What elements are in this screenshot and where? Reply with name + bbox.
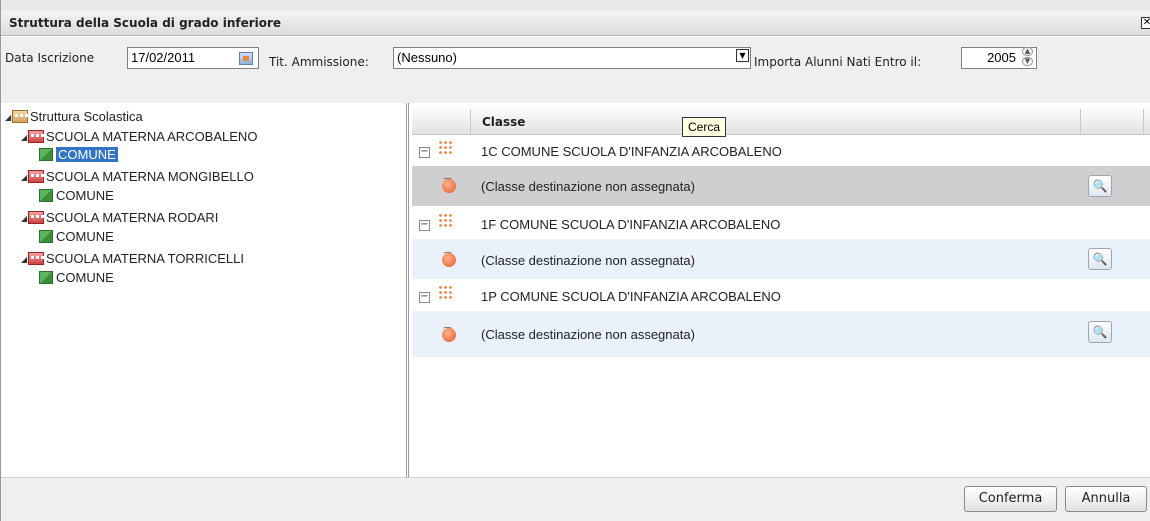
tree-root-label: Struttura Scolastica: [30, 109, 143, 124]
magnifier-icon: 🔍: [1092, 252, 1108, 266]
tooltip-cerca: Cerca: [682, 117, 726, 137]
conferma-button[interactable]: Conferma: [964, 486, 1057, 512]
group-row[interactable]: − 1C COMUNE SCUOLA D'INFANZIA ARCOBALENO: [412, 136, 1150, 166]
school-icon: [28, 170, 44, 183]
dialog-title: Struttura della Scuola di grado inferior…: [9, 16, 282, 30]
class-grid-icon: [438, 140, 452, 154]
search-button[interactable]: 🔍: [1088, 248, 1112, 270]
header-divider: [1143, 109, 1144, 135]
dialog-window: Struttura della Scuola di grado inferior…: [0, 0, 1150, 521]
group-icon: [39, 271, 53, 284]
search-button[interactable]: 🔍: [1088, 321, 1112, 343]
search-button[interactable]: 🔍: [1088, 175, 1112, 197]
sad-face-icon: [442, 328, 456, 342]
header-divider: [1080, 109, 1081, 135]
title-bar: Struttura della Scuola di grado inferior…: [1, 11, 1150, 36]
school-icon: [28, 252, 44, 265]
table-row[interactable]: (Classe destinazione non assegnata) 🔍: [412, 239, 1150, 279]
calendar-icon[interactable]: [239, 52, 253, 65]
row-text: (Classe destinazione non assegnata): [481, 327, 695, 342]
table-row[interactable]: (Classe destinazione non assegnata) 🔍: [412, 166, 1150, 206]
table-row[interactable]: (Classe destinazione non assegnata) 🔍: [412, 311, 1150, 357]
tree-item-comune-rodari[interactable]: COMUNE: [39, 229, 114, 244]
tree-school-rodari[interactable]: ◢ SCUOLA MATERNA RODARI: [21, 210, 218, 225]
tree-item-label: COMUNE: [56, 147, 118, 162]
group-icon: [39, 148, 53, 161]
close-icon[interactable]: ✕: [1141, 17, 1150, 29]
tree-school-arcobaleno[interactable]: ◢ SCUOLA MATERNA ARCOBALENO: [21, 129, 257, 144]
tree-root[interactable]: ◢ Struttura Scolastica: [5, 109, 143, 124]
magnifier-icon: 🔍: [1092, 325, 1108, 339]
row-text: (Classe destinazione non assegnata): [481, 253, 695, 268]
year-spinner[interactable]: ▲ ▼: [1022, 47, 1036, 67]
collapse-arrow-icon[interactable]: ◢: [5, 113, 12, 122]
group-icon: [39, 230, 53, 243]
collapse-arrow-icon[interactable]: ◢: [21, 133, 28, 142]
school-icon: [28, 130, 44, 143]
tree-item-comune-torricelli[interactable]: COMUNE: [39, 270, 114, 285]
chevron-down-icon[interactable]: ▼: [736, 49, 749, 62]
row-text: (Classe destinazione non assegnata): [481, 179, 695, 194]
tree-item-comune-mongibello[interactable]: COMUNE: [39, 188, 114, 203]
collapse-minus-icon[interactable]: −: [419, 292, 430, 303]
grid-panel: Classe − 1C COMUNE SCUOLA D'INFANZIA ARC…: [412, 103, 1150, 477]
sad-face-icon: [442, 179, 456, 193]
school-label: SCUOLA MATERNA TORRICELLI: [46, 251, 244, 266]
tree-school-torricelli[interactable]: ◢ SCUOLA MATERNA TORRICELLI: [21, 251, 244, 266]
group-row[interactable]: − 1F COMUNE SCUOLA D'INFANZIA ARCOBALENO: [412, 209, 1150, 239]
spin-up-icon[interactable]: ▲: [1022, 47, 1033, 56]
tree-item-label: COMUNE: [56, 229, 114, 244]
school-label: SCUOLA MATERNA MONGIBELLO: [46, 169, 254, 184]
tree-panel: ◢ Struttura Scolastica ◢ SCUOLA MATERNA AR…: [1, 103, 409, 477]
tree-item-label: COMUNE: [56, 188, 114, 203]
group-title: 1F COMUNE SCUOLA D'INFANZIA ARCOBALENO: [481, 217, 781, 232]
spin-down-icon[interactable]: ▼: [1022, 57, 1033, 66]
group-title: 1P COMUNE SCUOLA D'INFANZIA ARCOBALENO: [481, 289, 781, 304]
class-grid-icon: [438, 285, 452, 299]
dialog-footer: Conferma Annulla: [1, 477, 1150, 521]
tit-ammissione-label: Tit. Ammissione:: [269, 55, 369, 69]
collapse-minus-icon[interactable]: −: [419, 147, 430, 158]
annulla-button[interactable]: Annulla: [1065, 486, 1147, 512]
column-header-classe[interactable]: Classe: [482, 115, 525, 129]
school-icon: [28, 211, 44, 224]
school-label: SCUOLA MATERNA ARCOBALENO: [46, 129, 258, 144]
top-strip: [1, 0, 1150, 11]
tree-school-mongibello[interactable]: ◢ SCUOLA MATERNA MONGIBELLO: [21, 169, 254, 184]
collapse-minus-icon[interactable]: −: [419, 220, 430, 231]
collapse-arrow-icon[interactable]: ◢: [21, 214, 28, 223]
collapse-arrow-icon[interactable]: ◢: [21, 173, 28, 182]
collapse-arrow-icon[interactable]: ◢: [21, 255, 28, 264]
school-building-icon: [12, 110, 28, 123]
sad-face-icon: [442, 253, 456, 267]
tit-ammissione-select[interactable]: (Nessuno): [393, 47, 751, 69]
toolbar: Data Iscrizione 17/02/2011 Tit. Ammissio…: [1, 37, 1150, 103]
school-label: SCUOLA MATERNA RODARI: [46, 210, 219, 225]
grid-header: Classe: [412, 109, 1150, 135]
magnifier-icon: 🔍: [1092, 179, 1108, 193]
header-divider: [470, 109, 471, 135]
group-icon: [39, 189, 53, 202]
data-iscrizione-label: Data Iscrizione: [5, 51, 95, 65]
tree-item-label: COMUNE: [56, 270, 114, 285]
group-row[interactable]: − 1P COMUNE SCUOLA D'INFANZIA ARCOBALENO: [412, 281, 1150, 311]
class-grid-icon: [438, 213, 452, 227]
tree-item-comune-arcobaleno[interactable]: COMUNE: [39, 147, 118, 162]
group-title: 1C COMUNE SCUOLA D'INFANZIA ARCOBALENO: [481, 144, 782, 159]
importa-alunni-label: Importa Alunni Nati Entro il:: [754, 55, 922, 69]
